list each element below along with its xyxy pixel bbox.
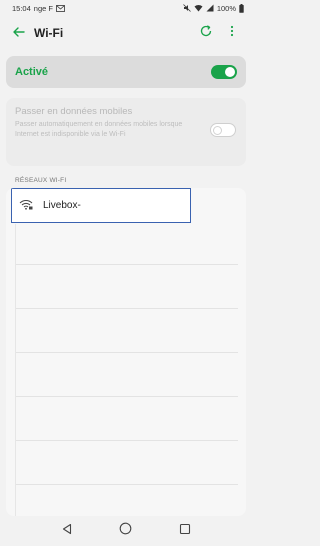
list-divider bbox=[16, 396, 238, 397]
status-bar: 15:04 nge F 100% bbox=[0, 0, 252, 16]
section-label-networks: RÉSEAUX WI-FI bbox=[15, 177, 67, 184]
arrow-left-icon bbox=[13, 24, 25, 42]
more-vertical-icon bbox=[230, 24, 234, 42]
nav-back-button[interactable] bbox=[57, 521, 77, 541]
battery-percentage: 100% bbox=[216, 3, 236, 13]
status-bar-right: 100% bbox=[183, 3, 244, 13]
list-divider bbox=[16, 308, 238, 309]
list-divider bbox=[16, 264, 238, 265]
recents-square-icon bbox=[179, 522, 191, 540]
nav-home-button[interactable] bbox=[116, 521, 136, 541]
list-divider bbox=[16, 484, 238, 485]
page-title: Wi-Fi bbox=[34, 26, 64, 40]
toggle-knob bbox=[225, 67, 235, 77]
refresh-icon bbox=[199, 24, 213, 43]
list-placeholder-guide bbox=[15, 224, 16, 516]
wifi-toggle-switch[interactable] bbox=[211, 65, 237, 79]
mute-icon bbox=[183, 4, 191, 12]
mobile-data-switch-row[interactable]: Passer en données mobiles Passer automat… bbox=[6, 98, 246, 166]
home-circle-icon bbox=[119, 522, 132, 540]
mobile-data-title: Passer en données mobiles bbox=[15, 106, 133, 117]
app-header: Wi-Fi bbox=[0, 18, 252, 48]
wifi-networks-list: Livebox- bbox=[6, 188, 246, 516]
mobile-data-toggle-switch[interactable] bbox=[210, 123, 236, 137]
status-time: 15:04 bbox=[12, 3, 31, 13]
battery-icon bbox=[239, 3, 244, 13]
wifi-signal-icon bbox=[194, 4, 203, 12]
back-triangle-icon bbox=[61, 522, 73, 540]
network-item-livebox[interactable]: Livebox- bbox=[11, 188, 191, 223]
wifi-settings-screen: 15:04 nge F 100% Wi-Fi Activé Passer en … bbox=[0, 0, 252, 546]
refresh-button[interactable] bbox=[196, 23, 216, 43]
wifi-secured-icon bbox=[19, 197, 33, 215]
mobile-data-description: Passer automatiquement en données mobile… bbox=[15, 121, 183, 138]
status-carrier: nge F bbox=[33, 3, 53, 13]
wifi-status-label: Activé bbox=[15, 66, 49, 78]
list-divider bbox=[16, 440, 238, 441]
mail-icon bbox=[56, 4, 65, 12]
list-divider bbox=[16, 352, 238, 353]
status-bar-left: 15:04 nge F bbox=[12, 4, 65, 13]
wifi-master-toggle-row[interactable]: Activé bbox=[6, 56, 246, 88]
more-options-button[interactable] bbox=[222, 23, 242, 43]
network-name: Livebox- bbox=[43, 200, 81, 211]
signal-bars-icon bbox=[206, 4, 214, 12]
navigation-bar bbox=[0, 516, 252, 546]
nav-recents-button[interactable] bbox=[175, 521, 195, 541]
back-button[interactable] bbox=[10, 24, 28, 42]
toggle-knob bbox=[213, 126, 222, 135]
